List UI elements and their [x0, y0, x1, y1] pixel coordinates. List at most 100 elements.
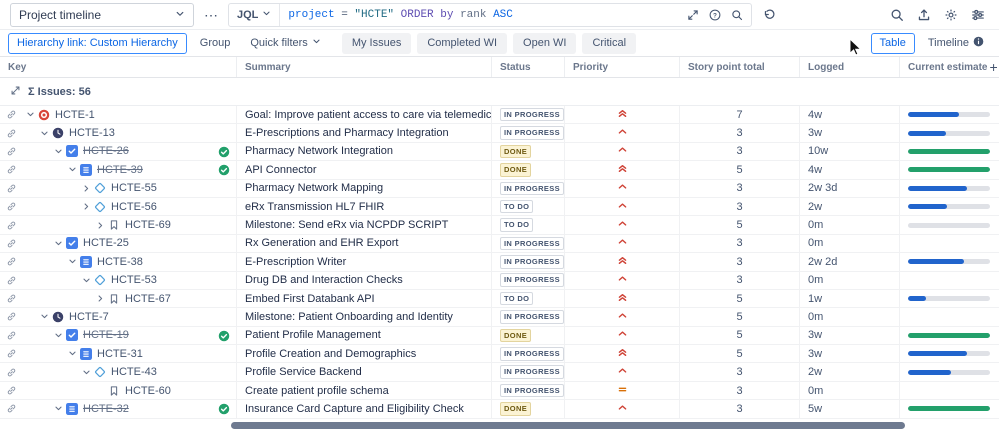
- estimate-cell[interactable]: [900, 180, 999, 197]
- column-header-current-estimate[interactable]: Current estimate +: [900, 57, 999, 77]
- table-row[interactable]: HCTE-39 API Connector DONE 5 4w: [0, 161, 999, 180]
- table-row[interactable]: HCTE-43 Profile Service Backend IN PROGR…: [0, 363, 999, 382]
- key-cell[interactable]: HCTE-26: [0, 142, 237, 161]
- issue-key[interactable]: HCTE-25: [83, 237, 129, 249]
- key-cell[interactable]: HCTE-39: [0, 161, 237, 179]
- link-icon[interactable]: [6, 348, 17, 359]
- add-column-button[interactable]: +: [987, 60, 999, 74]
- column-header-status[interactable]: Status: [492, 57, 565, 77]
- link-icon[interactable]: [6, 183, 17, 194]
- table-row[interactable]: HCTE-7 Milestone: Patient Onboarding and…: [0, 308, 999, 327]
- status-cell[interactable]: IN PROGRESS: [492, 308, 565, 326]
- logged-cell[interactable]: 3w: [800, 345, 900, 363]
- priority-cell[interactable]: [565, 345, 680, 363]
- key-cell[interactable]: HCTE-67: [0, 289, 237, 308]
- filter-completed-wi-button[interactable]: Completed WI: [417, 32, 508, 54]
- view-selector[interactable]: Project timeline: [10, 2, 194, 27]
- column-header-priority[interactable]: Priority: [565, 57, 680, 77]
- issue-key[interactable]: HCTE-67: [125, 293, 171, 305]
- issue-key[interactable]: HCTE-13: [69, 127, 115, 139]
- issue-key[interactable]: HCTE-43: [111, 366, 157, 378]
- collapse-chevron-icon[interactable]: [53, 331, 63, 340]
- story-points-cell[interactable]: 7: [680, 106, 800, 124]
- key-cell[interactable]: HCTE-55: [0, 179, 237, 197]
- summary-cell[interactable]: Milestone: Patient Onboarding and Identi…: [237, 308, 492, 326]
- issue-key[interactable]: HCTE-31: [97, 348, 143, 360]
- expand-chevron-icon[interactable]: [81, 184, 91, 193]
- logged-cell[interactable]: 0m: [800, 381, 900, 400]
- collapse-chevron-icon[interactable]: [39, 129, 49, 138]
- priority-cell[interactable]: [565, 161, 680, 179]
- table-row[interactable]: HCTE-13 E-Prescriptions and Pharmacy Int…: [0, 124, 999, 143]
- logged-cell[interactable]: 2w: [800, 197, 900, 216]
- table-row[interactable]: HCTE-60 Create patient profile schema IN…: [0, 381, 999, 401]
- collapse-chevron-icon[interactable]: [53, 239, 63, 248]
- key-cell[interactable]: HCTE-7: [0, 308, 237, 326]
- story-points-cell[interactable]: 5: [680, 326, 800, 345]
- estimate-cell[interactable]: [900, 143, 999, 160]
- status-cell[interactable]: DONE: [492, 142, 565, 161]
- link-icon[interactable]: [6, 201, 17, 212]
- link-icon[interactable]: [6, 367, 17, 378]
- jql-mode-selector[interactable]: JQL: [229, 3, 281, 26]
- summary-cell[interactable]: Create patient profile schema: [237, 381, 492, 400]
- link-icon[interactable]: [6, 293, 17, 304]
- priority-cell[interactable]: [565, 381, 680, 400]
- summary-cell[interactable]: Patient Profile Management: [237, 326, 492, 345]
- status-cell[interactable]: IN PROGRESS: [492, 106, 565, 124]
- status-cell[interactable]: TO DO: [492, 216, 565, 234]
- logged-cell[interactable]: 4w: [800, 161, 900, 179]
- status-cell[interactable]: DONE: [492, 326, 565, 345]
- estimate-cell[interactable]: [900, 216, 999, 233]
- table-row[interactable]: HCTE-38 E-Prescription Writer IN PROGRES…: [0, 253, 999, 272]
- story-points-cell[interactable]: 5: [680, 216, 800, 234]
- story-points-cell[interactable]: 3: [680, 381, 800, 400]
- summary-cell[interactable]: Milestone: Send eRx via NCPDP SCRIPT: [237, 216, 492, 234]
- column-header-summary[interactable]: Summary: [237, 57, 492, 77]
- column-header-logged[interactable]: Logged: [800, 57, 900, 77]
- status-cell[interactable]: IN PROGRESS: [492, 179, 565, 197]
- priority-cell[interactable]: [565, 326, 680, 345]
- story-points-cell[interactable]: 3: [680, 124, 800, 142]
- expand-chevron-icon[interactable]: [95, 221, 105, 230]
- estimate-cell[interactable]: [900, 161, 999, 178]
- issue-key[interactable]: HCTE-53: [111, 274, 157, 286]
- estimate-cell[interactable]: [900, 400, 999, 417]
- link-icon[interactable]: [6, 109, 17, 120]
- summary-cell[interactable]: Rx Generation and EHR Export: [237, 234, 492, 253]
- status-cell[interactable]: IN PROGRESS: [492, 234, 565, 253]
- quick-filters-button[interactable]: Quick filters: [243, 33, 327, 54]
- key-cell[interactable]: HCTE-13: [0, 124, 237, 142]
- jql-query-input[interactable]: project = "HCTE" ORDER by rank ASC: [280, 9, 679, 21]
- table-row[interactable]: HCTE-19 Patient Profile Management DONE …: [0, 326, 999, 346]
- key-cell[interactable]: HCTE-60: [0, 381, 237, 400]
- key-cell[interactable]: HCTE-32: [0, 400, 237, 418]
- issue-key[interactable]: HCTE-39: [97, 164, 143, 176]
- expand-chevron-icon[interactable]: [81, 202, 91, 211]
- table-row[interactable]: HCTE-26 Pharmacy Network Integration DON…: [0, 142, 999, 162]
- table-row[interactable]: HCTE-55 Pharmacy Network Mapping IN PROG…: [0, 179, 999, 198]
- logged-cell[interactable]: 3w: [800, 124, 900, 142]
- estimate-cell[interactable]: [900, 290, 999, 307]
- status-cell[interactable]: IN PROGRESS: [492, 345, 565, 363]
- undo-icon[interactable]: [758, 4, 780, 26]
- link-icon[interactable]: [6, 403, 17, 414]
- hierarchy-link-button[interactable]: Hierarchy link: Custom Hierarchy: [8, 32, 187, 54]
- priority-cell[interactable]: [565, 271, 680, 289]
- story-points-cell[interactable]: 5: [680, 308, 800, 326]
- link-icon[interactable]: [6, 164, 17, 175]
- summary-cell[interactable]: API Connector: [237, 161, 492, 179]
- summary-cell[interactable]: Profile Service Backend: [237, 363, 492, 381]
- estimate-cell[interactable]: [900, 106, 999, 123]
- status-cell[interactable]: TO DO: [492, 289, 565, 308]
- settings-sliders-icon[interactable]: [971, 8, 985, 22]
- summary-cell[interactable]: Pharmacy Network Mapping: [237, 179, 492, 197]
- logged-cell[interactable]: 3w: [800, 326, 900, 345]
- priority-cell[interactable]: [565, 308, 680, 326]
- estimate-cell[interactable]: [900, 382, 999, 399]
- summary-cell[interactable]: E-Prescriptions and Pharmacy Integration: [237, 124, 492, 142]
- logged-cell[interactable]: 5w: [800, 400, 900, 418]
- logged-cell[interactable]: 0m: [800, 234, 900, 253]
- summary-cell[interactable]: Profile Creation and Demographics: [237, 345, 492, 363]
- collapse-chevron-icon[interactable]: [81, 276, 91, 285]
